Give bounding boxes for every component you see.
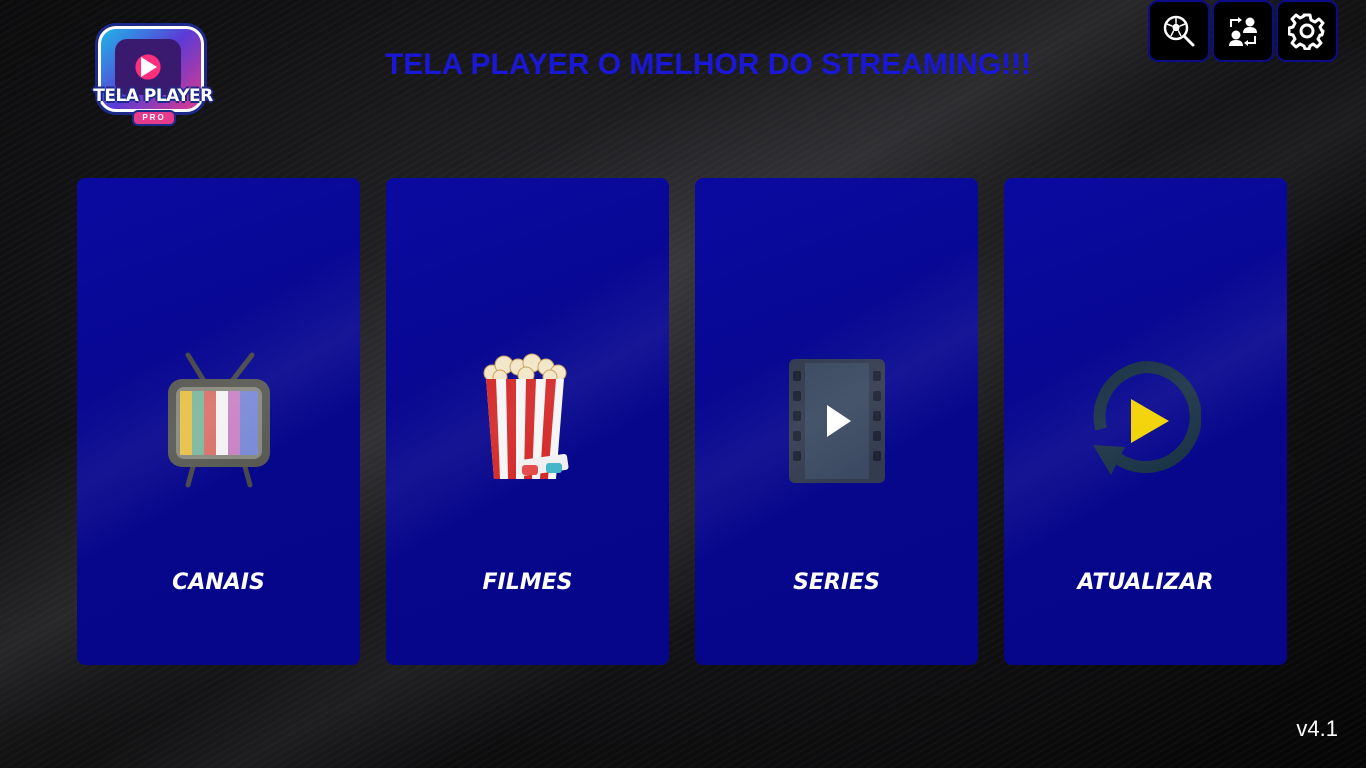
app-logo: TELA PLAYER PRO: [90, 24, 216, 130]
home-screen: TELA PLAYER PRO TELA PLAYER O MELHOR DO …: [0, 0, 1366, 768]
logo-play-icon: [141, 57, 157, 77]
tv-icon: [167, 352, 270, 487]
card-label: CANAIS: [172, 570, 265, 595]
soccer-search-icon: [1163, 15, 1195, 47]
card-label: FILMES: [482, 570, 573, 595]
card-series[interactable]: SERIES: [695, 178, 978, 665]
refresh-play-icon: [1092, 360, 1201, 475]
film-play-icon: [788, 358, 885, 483]
logo-badge: PRO: [132, 110, 176, 126]
settings-button[interactable]: [1276, 0, 1338, 62]
card-atualizar[interactable]: ATUALIZAR: [1004, 178, 1287, 665]
soccer-search-button[interactable]: [1148, 0, 1210, 62]
switch-profile-button[interactable]: [1212, 0, 1274, 62]
card-label: SERIES: [793, 570, 880, 595]
card-label: ATUALIZAR: [1077, 570, 1214, 595]
card-canais[interactable]: CANAIS: [77, 178, 360, 665]
card-filmes[interactable]: FILMES: [386, 178, 669, 665]
popcorn-icon: [483, 353, 568, 479]
logo-wordmark: TELA PLAYER: [93, 86, 213, 106]
page-title: TELA PLAYER O MELHOR DO STREAMING!!!: [384, 48, 1032, 81]
switch-user-icon: [1229, 17, 1257, 46]
version-label: v4.1: [1296, 716, 1338, 741]
gear-icon: [1288, 13, 1325, 50]
